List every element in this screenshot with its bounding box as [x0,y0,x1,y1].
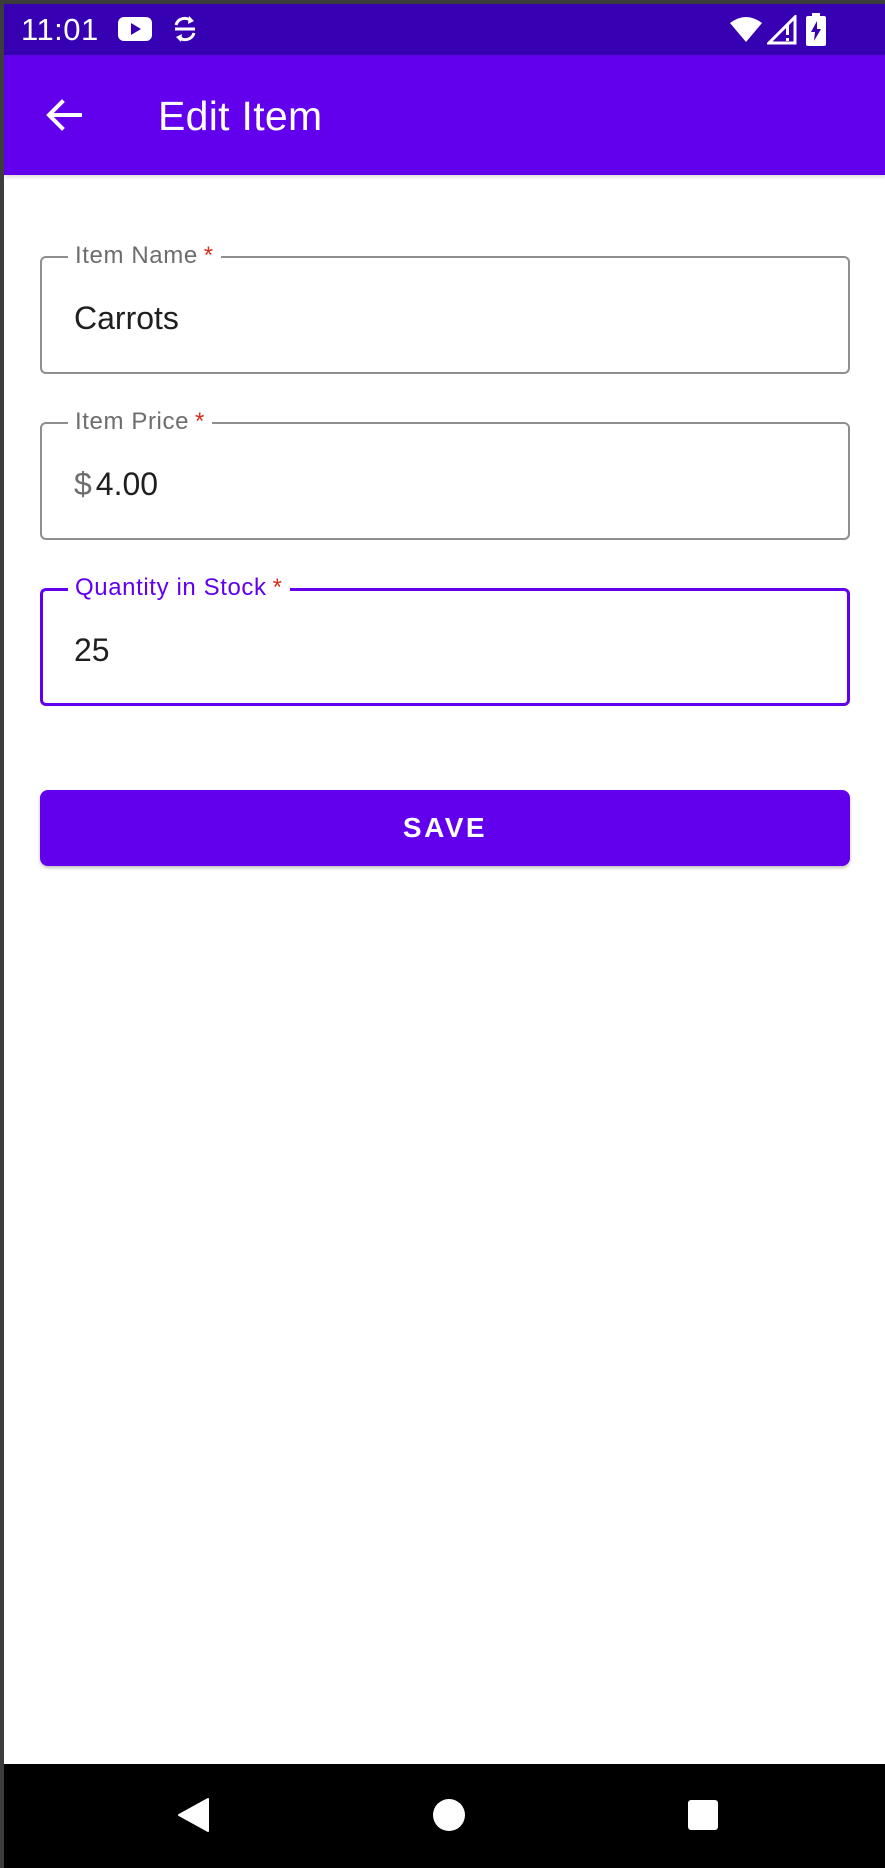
item-price-input[interactable] [95,464,696,504]
nav-back-icon [178,1798,209,1832]
nav-recents-icon [688,1800,718,1830]
save-button[interactable]: SAVE [40,790,850,866]
youtube-icon [118,17,152,41]
app-bar: Edit Item [4,55,885,175]
status-bar: 11:01 [4,4,885,55]
item-name-field[interactable]: Item Name * [40,240,850,374]
nav-back-button[interactable] [168,1790,218,1840]
arrow-back-icon [46,99,82,131]
quantity-label: Quantity in Stock * [68,572,290,604]
nav-home-icon [433,1799,465,1831]
sync-icon [174,16,196,42]
required-marker: * [195,408,205,435]
page-title: Edit Item [158,93,323,139]
battery-icon [806,13,826,46]
status-time: 11:01 [21,12,99,47]
required-marker: * [203,242,214,269]
quantity-input[interactable] [74,630,814,670]
nav-recents-button[interactable] [678,1790,728,1840]
nav-home-button[interactable] [424,1790,474,1840]
currency-prefix: $ [74,466,92,502]
item-name-label: Item Name * [68,240,221,272]
item-price-field[interactable]: Item Price * $ [40,406,850,540]
required-marker: * [272,574,283,601]
item-price-label: Item Price * [68,406,212,438]
signal-icon [767,15,797,45]
quantity-field[interactable]: Quantity in Stock * [40,572,850,706]
app-screen: 11:01 Edit Item Item Name * Carrots Item… [4,4,885,1868]
wifi-icon [730,17,762,42]
navigation-bar [4,1764,885,1868]
item-name-input[interactable] [74,298,814,338]
back-button[interactable] [34,85,94,145]
